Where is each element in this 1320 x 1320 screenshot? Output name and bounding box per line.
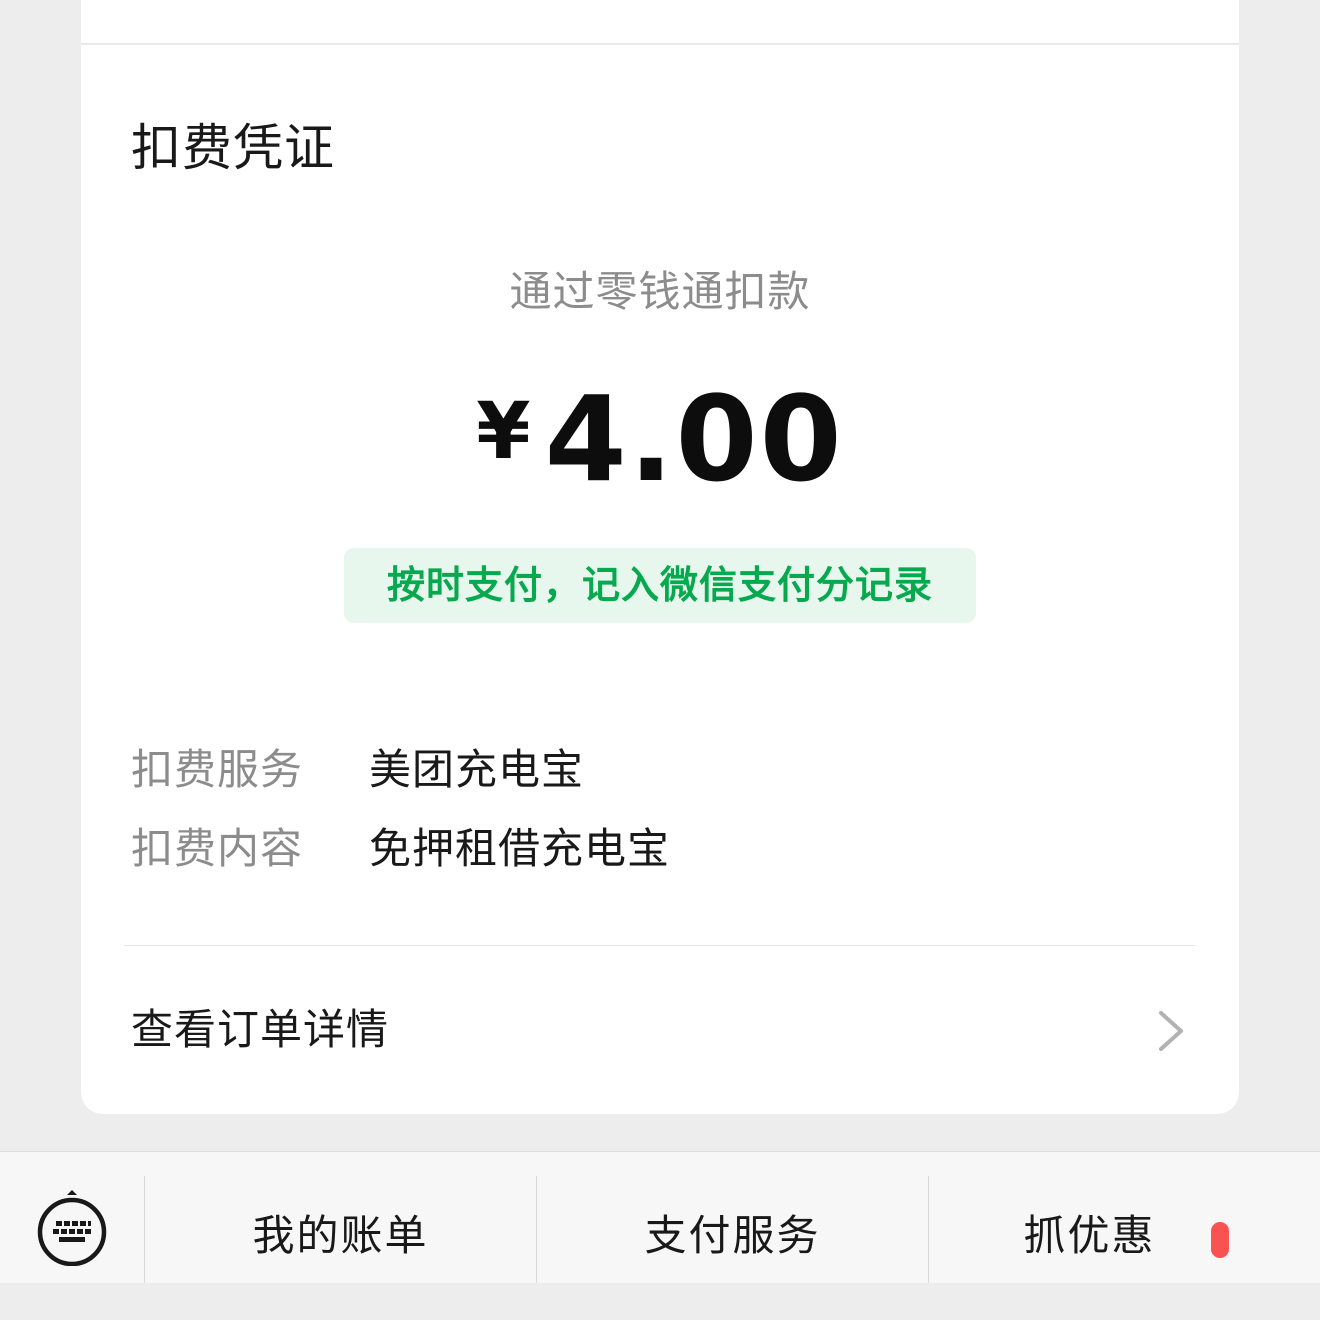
chevron-right-icon: [1159, 1011, 1183, 1051]
view-order-details-link[interactable]: 查看订单详情: [81, 985, 1239, 1077]
currency-symbol: ¥: [476, 387, 531, 477]
deduction-service-label: 扣费服务: [131, 745, 304, 794]
deduction-service-value: 美团充电宝: [369, 745, 585, 794]
tab-my-bills[interactable]: 我的账单: [145, 1152, 536, 1283]
view-order-details-label: 查看订单详情: [131, 1005, 390, 1054]
keyboard-icon: [37, 1190, 107, 1266]
divider: [124, 945, 1195, 946]
keyboard-toggle-button[interactable]: [0, 1152, 144, 1283]
deduction-receipt-card: 扣费凭证 通过零钱通扣款 ¥4.00 按时支付，记入微信支付分记录 扣费服务 美团…: [81, 45, 1239, 1114]
deduction-content-value: 免押租借充电宝: [369, 824, 671, 873]
deduction-content-row: 扣费内容 免押租借充电宝: [131, 822, 670, 876]
tab-payment-services[interactable]: 支付服务: [537, 1152, 928, 1283]
amount-display: ¥4.00: [81, 367, 1239, 540]
card-title: 扣费凭证: [131, 119, 335, 177]
deduction-content-label: 扣费内容: [131, 824, 304, 873]
bottom-menu-bar: 我的账单 支付服务 抓优惠: [0, 1151, 1320, 1283]
tab-grab-deals-label: 抓优惠: [1023, 1211, 1156, 1260]
notification-dot: [1211, 1222, 1229, 1258]
credit-record-badge: 按时支付，记入微信支付分记录: [344, 548, 976, 623]
previous-card-bottom: [81, 0, 1239, 44]
tab-grab-deals[interactable]: 抓优惠: [929, 1152, 1320, 1283]
payment-method-text: 通过零钱通扣款: [509, 267, 811, 316]
deduction-service-row: 扣费服务 美团充电宝: [131, 743, 584, 797]
amount-value: 4.00: [544, 370, 844, 508]
